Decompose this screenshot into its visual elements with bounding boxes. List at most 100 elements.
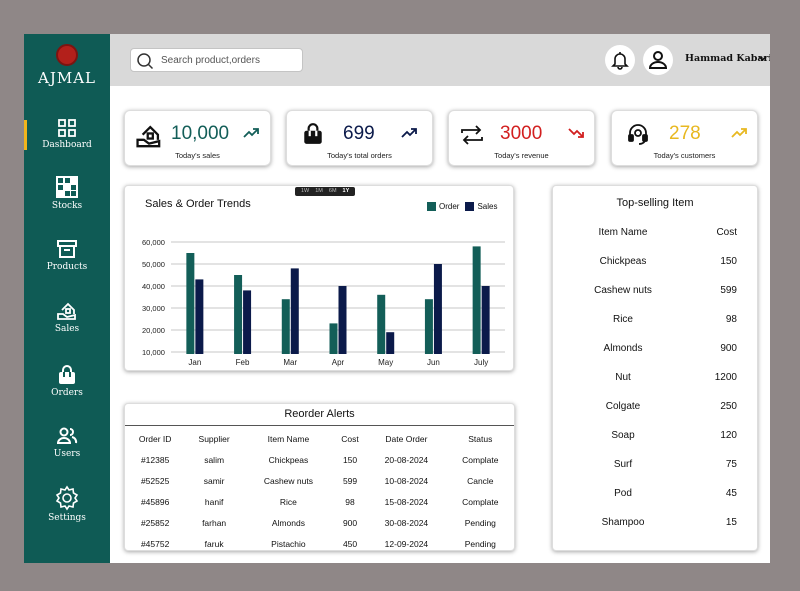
cost-cell: 1200	[714, 372, 737, 383]
user-icon	[648, 51, 668, 69]
table-row[interactable]: Soap 120	[563, 421, 753, 450]
status-cell: Pending	[464, 517, 496, 528]
stat-value: 278	[669, 123, 701, 144]
stat-label: Today's customers	[653, 151, 716, 160]
sidebar-item-orders[interactable]: Orders	[24, 364, 110, 398]
divider	[125, 425, 514, 426]
table-row[interactable]: #52525 samir Cashew nuts 599 10-08-2024 …	[125, 470, 514, 491]
column-header[interactable]: Cost	[334, 428, 366, 449]
table-header-row: Order ID Supplier Item Name Cost Date Or…	[125, 428, 514, 449]
y-tick-label: 20,000	[142, 326, 165, 335]
table-row[interactable]: #45752 faruk Pistachio 450 12-09-2024 Pe…	[125, 533, 514, 554]
cost-cell: 75	[725, 459, 737, 470]
tab-1y[interactable]: 1Y	[340, 187, 353, 196]
item-name-cell: Colgate	[605, 401, 641, 412]
stat-card-sales[interactable]: 10,000 Today's sales	[124, 110, 271, 166]
table-row[interactable]: #12385 salim Chickpeas 150 20-08-2024 Co…	[125, 449, 514, 470]
stat-card-orders[interactable]: 699 Today's total orders	[286, 110, 433, 166]
y-tick-label: 30,000	[142, 304, 165, 313]
column-header[interactable]: Date Order	[366, 428, 446, 449]
bar-sales-jun[interactable]	[433, 264, 442, 354]
column-header[interactable]: Item Name	[563, 218, 683, 247]
sidebar-item-settings[interactable]: Settings	[24, 485, 110, 523]
top-selling-card: Top-selling Item Item Name Cost Chickpea…	[552, 185, 758, 551]
bar-sales-apr[interactable]	[338, 286, 347, 354]
bar-order-may[interactable]	[377, 294, 386, 354]
table-row[interactable]: Pod 45	[563, 479, 753, 508]
notifications-button[interactable]	[605, 45, 635, 75]
sidebar-item-dashboard[interactable]: Dashboard	[24, 118, 110, 150]
stat-card-revenue[interactable]: 3000 Today's revenue	[448, 110, 595, 166]
item-name-cell: Pod	[614, 488, 632, 499]
sidebar-item-users[interactable]: Users	[24, 425, 110, 459]
x-tick-label: May	[378, 358, 393, 367]
brand-logo[interactable]: AJMAL	[24, 44, 110, 87]
tab-1w[interactable]: 1W	[298, 187, 312, 196]
top-bar: Hammad Kabariya	[110, 34, 770, 86]
table-row[interactable]: Nut 1200	[563, 363, 753, 392]
stat-card-customers[interactable]: 278 Today's customers	[611, 110, 758, 166]
table-row[interactable]: Shampoo 15	[563, 508, 753, 537]
table-header-row: Item Name Cost	[563, 218, 753, 247]
sales-order-chart-card: 60,000 50,000 40,000 30,000 20,000 10,000 Jan F…	[124, 185, 514, 371]
table-row[interactable]: #25852 farhan Almonds 900 30-08-2024 Pen…	[125, 512, 514, 533]
item-name-cell: Nut	[615, 372, 631, 383]
bar-order-mar[interactable]	[281, 299, 290, 354]
column-header[interactable]: Item Name	[243, 428, 334, 449]
chart-legend: Order Sales	[427, 202, 503, 211]
table-row[interactable]: Surf 75	[563, 450, 753, 479]
column-header[interactable]: Status	[447, 428, 514, 449]
search-input[interactable]	[161, 52, 299, 68]
bar-order-jun[interactable]	[424, 299, 433, 354]
user-avatar[interactable]	[643, 45, 673, 75]
tab-6m[interactable]: 6M	[326, 187, 340, 196]
item-name-cell: Soap	[611, 430, 635, 441]
column-header[interactable]: Cost	[683, 218, 753, 247]
date-cell: 10-08-2024	[384, 475, 429, 486]
cost-cell: 45	[725, 488, 737, 499]
bar-sales-may[interactable]	[386, 332, 395, 354]
order-id-cell: #45752	[140, 538, 170, 549]
bar-sales-feb[interactable]	[243, 290, 252, 354]
sidebar-item-stocks[interactable]: Stocks	[24, 175, 110, 211]
shopping-bag-icon	[59, 365, 75, 384]
cost-cell: 120	[720, 430, 737, 441]
table-row[interactable]: Rice 98	[563, 305, 753, 334]
headset-icon	[628, 124, 648, 145]
search-box[interactable]	[130, 48, 303, 72]
bar-sales-jan[interactable]	[195, 279, 204, 354]
table-row[interactable]: Almonds 900	[563, 334, 753, 363]
table-row[interactable]: Chickpeas 150	[563, 247, 753, 276]
cost-cell: 599	[342, 475, 358, 486]
bar-chart: 60,000 50,000 40,000 30,000 20,000 10,000 Jan F…	[142, 238, 505, 367]
bar-order-jan[interactable]	[186, 253, 195, 354]
column-header[interactable]: Order ID	[125, 428, 185, 449]
chevron-down-icon[interactable]	[758, 55, 767, 62]
x-tick-label: Mar	[283, 358, 297, 367]
sidebar-item-sales[interactable]: Sales	[24, 300, 110, 334]
app-window: AJMAL Dashboard Stocks Products Sales Or…	[24, 34, 770, 563]
table-row[interactable]: Colgate 250	[563, 392, 753, 421]
column-header[interactable]: Supplier	[185, 428, 243, 449]
sidebar-item-products[interactable]: Products	[24, 238, 110, 272]
bar-order-july[interactable]	[472, 246, 481, 354]
tab-1m[interactable]: 1M	[312, 187, 326, 196]
y-tick-label: 60,000	[142, 238, 165, 247]
bar-order-apr[interactable]	[329, 323, 338, 354]
cost-cell: 15	[725, 517, 737, 528]
bar-order-feb[interactable]	[234, 275, 243, 354]
top-selling-title: Top-selling Item	[616, 197, 694, 209]
legend-item-sales[interactable]: Sales	[465, 202, 497, 211]
supplier-cell: salim	[204, 454, 225, 465]
bar-sales-july[interactable]	[481, 286, 490, 354]
cost-cell: 599	[720, 285, 737, 296]
stat-value: 699	[343, 123, 375, 144]
stat-value: 3000	[500, 123, 543, 144]
table-row[interactable]: #45896 hanif Rice 98 15-08-2024 Complate	[125, 491, 514, 512]
table-row[interactable]: Cashew nuts 599	[563, 276, 753, 305]
order-id-cell: #25852	[140, 517, 170, 528]
reorder-table: Order ID Supplier Item Name Cost Date Or…	[125, 428, 514, 554]
stat-value: 10,000	[171, 123, 230, 144]
bar-sales-mar[interactable]	[290, 268, 299, 354]
legend-item-order[interactable]: Order	[427, 202, 459, 211]
